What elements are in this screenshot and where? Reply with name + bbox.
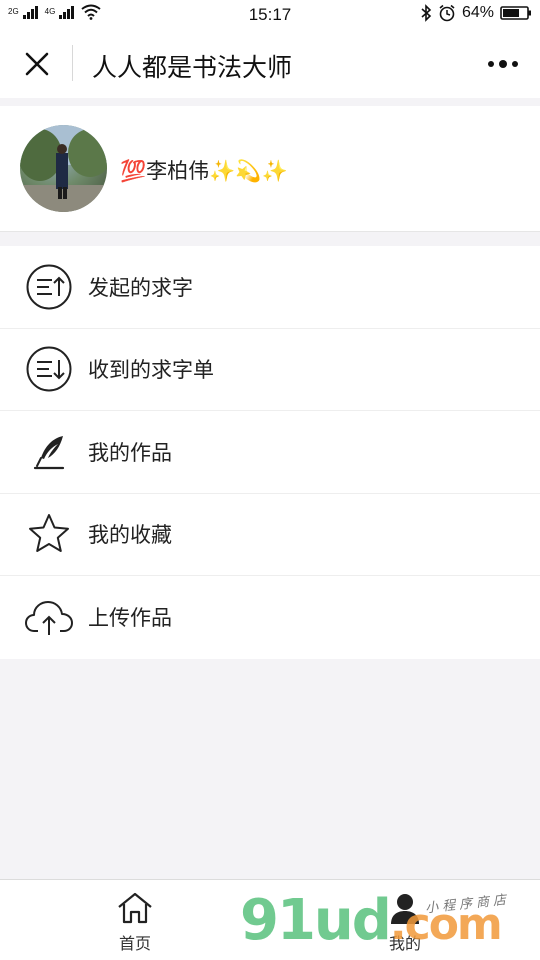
list-upload-icon	[24, 262, 74, 312]
watermark-text: 91ud	[240, 888, 392, 953]
menu-label: 我的收藏	[88, 524, 172, 548]
menu-item-my-works[interactable]: 我的作品	[0, 411, 540, 494]
bluetooth-icon	[421, 4, 432, 22]
menu-item-received-requests[interactable]: 收到的求字单	[0, 329, 540, 411]
nav-bar: 人人都是书法大师	[0, 30, 540, 98]
section-gap-2	[0, 232, 540, 246]
cloud-upload-icon	[24, 592, 74, 642]
menu-label: 收到的求字单	[88, 359, 214, 383]
page-title: 人人都是书法大师	[92, 54, 293, 82]
nav-divider	[72, 45, 73, 81]
alarm-icon	[439, 4, 455, 22]
close-button[interactable]	[20, 47, 54, 81]
menu-item-upload-work[interactable]: 上传作品	[0, 576, 540, 659]
menu-item-sent-requests[interactable]: 发起的求字	[0, 246, 540, 329]
battery-icon	[500, 6, 531, 20]
battery-percent: 64%	[461, 4, 494, 21]
more-dots-icon	[488, 60, 518, 68]
menu-label: 上传作品	[88, 607, 172, 631]
menu-label: 我的作品	[88, 441, 172, 465]
menu-item-favorites[interactable]: 我的收藏	[0, 494, 540, 576]
status-right: 64%	[420, 4, 532, 22]
star-icon	[24, 509, 74, 559]
list-download-icon	[24, 344, 74, 394]
avatar-photo	[20, 125, 107, 212]
profile-card[interactable]: 💯李柏伟✨💫✨	[0, 106, 540, 232]
tab-home[interactable]: 首页	[75, 888, 195, 954]
quill-pen-icon	[24, 427, 74, 477]
menu-list: 发起的求字 收到的求字单 我的作品 我的收藏 上传作品	[0, 246, 540, 659]
more-button[interactable]	[486, 54, 520, 74]
section-gap	[0, 98, 540, 106]
status-bar: 2G 4G 15:17 64%	[0, 0, 540, 30]
close-icon	[25, 52, 49, 76]
tab-label: 首页	[118, 936, 151, 953]
home-icon	[115, 888, 155, 928]
username: 💯李柏伟✨💫✨	[120, 160, 288, 183]
avatar[interactable]	[20, 125, 107, 212]
menu-label: 发起的求字	[88, 276, 193, 300]
